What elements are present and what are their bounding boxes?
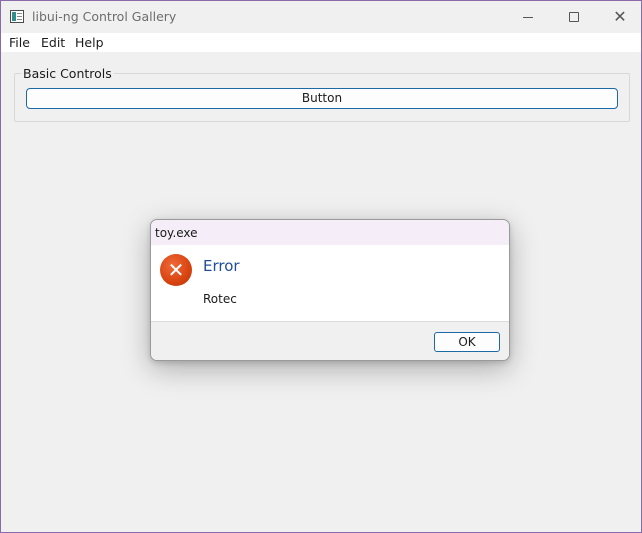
- dialog-footer: OK: [151, 321, 509, 360]
- error-dialog: toy.exe ✕ Error Rotec OK: [150, 219, 510, 361]
- title-bar[interactable]: libui-ng Control Gallery ✕: [1, 1, 641, 33]
- window-title: libui-ng Control Gallery: [32, 9, 177, 24]
- menu-bar: File Edit Help: [1, 33, 641, 52]
- dialog-title-bar[interactable]: toy.exe: [151, 220, 509, 245]
- dialog-message: Rotec: [203, 292, 237, 306]
- menu-edit[interactable]: Edit: [41, 35, 65, 50]
- menu-file[interactable]: File: [9, 35, 30, 50]
- dialog-body: ✕ Error Rotec: [151, 245, 509, 321]
- error-icon: ✕: [160, 254, 192, 286]
- menu-help[interactable]: Help: [75, 35, 104, 50]
- button[interactable]: Button: [26, 88, 618, 109]
- dialog-title: toy.exe: [155, 226, 198, 240]
- maximize-button[interactable]: [551, 1, 597, 33]
- minimize-icon: [523, 16, 533, 18]
- ok-button[interactable]: OK: [434, 332, 500, 352]
- group-label: Basic Controls: [21, 66, 114, 81]
- app-icon: [10, 10, 24, 23]
- dialog-heading: Error: [203, 257, 240, 275]
- maximize-icon: [569, 12, 579, 22]
- close-icon: ✕: [613, 7, 627, 26]
- close-button[interactable]: ✕: [597, 1, 641, 33]
- minimize-button[interactable]: [505, 1, 551, 33]
